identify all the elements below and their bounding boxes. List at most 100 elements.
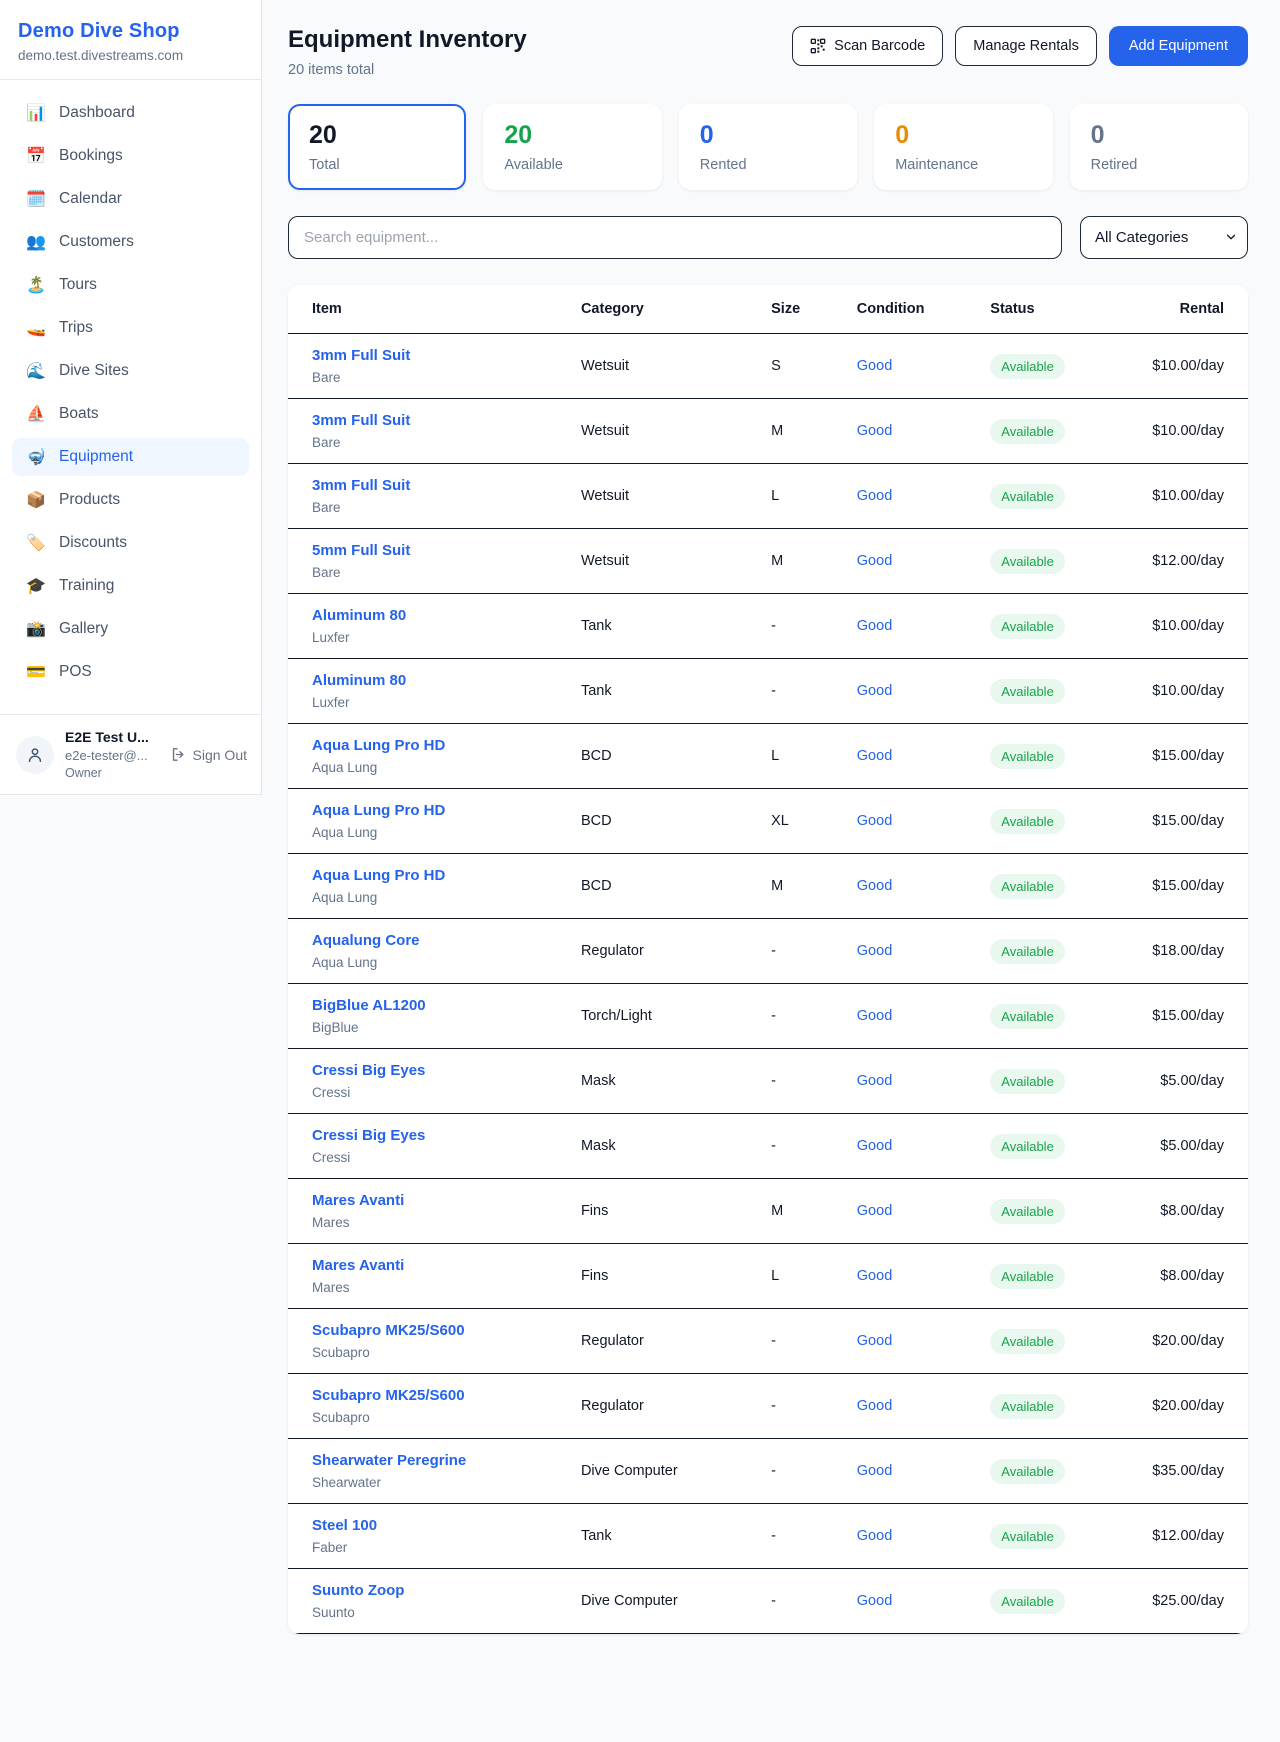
condition-link[interactable]: Good bbox=[857, 553, 892, 569]
condition-link[interactable]: Good bbox=[857, 1528, 892, 1544]
item-name-link[interactable]: Aluminum 80 bbox=[312, 672, 406, 689]
items-total-count: 20 items total bbox=[288, 62, 527, 78]
sign-out-icon bbox=[170, 746, 187, 763]
rental-price: $10.00/day bbox=[1144, 399, 1248, 464]
add-equipment-button[interactable]: Add Equipment bbox=[1109, 26, 1248, 66]
Rented[interactable]: 0 Rented bbox=[679, 104, 857, 190]
table-row: Aluminum 80 Luxfer Tank - Good Available… bbox=[288, 594, 1248, 659]
item-name-link[interactable]: BigBlue AL1200 bbox=[312, 997, 426, 1014]
sidebar-item-label: POS bbox=[59, 663, 92, 681]
condition-link[interactable]: Good bbox=[857, 1138, 892, 1154]
item-name-link[interactable]: 3mm Full Suit bbox=[312, 347, 410, 364]
Discounts[interactable]: 🏷️ Discounts bbox=[12, 524, 249, 562]
Equipment[interactable]: 🤿 Equipment bbox=[12, 438, 249, 476]
user-email: e2e-tester@... bbox=[65, 748, 159, 763]
condition-link[interactable]: Good bbox=[857, 1593, 892, 1609]
item-name-link[interactable]: Aqua Lung Pro HD bbox=[312, 802, 445, 819]
item-brand: Aqua Lung bbox=[312, 955, 565, 970]
item-name-link[interactable]: 5mm Full Suit bbox=[312, 542, 410, 559]
equipment-table: Item Category Size Condition Status Rent… bbox=[288, 285, 1248, 1634]
status-badge: Available bbox=[990, 1394, 1065, 1419]
item-category: Wetsuit bbox=[573, 399, 763, 464]
item-size: - bbox=[763, 594, 849, 659]
category-select[interactable]: All Categories bbox=[1080, 216, 1248, 259]
Total[interactable]: 20 Total bbox=[288, 104, 466, 190]
item-name-link[interactable]: Scubapro MK25/S600 bbox=[312, 1322, 465, 1339]
page-header: Equipment Inventory 20 items total Scan … bbox=[288, 26, 1248, 78]
table-row: Steel 100 Faber Tank - Good Available $1… bbox=[288, 1504, 1248, 1569]
item-category: Wetsuit bbox=[573, 334, 763, 399]
POS[interactable]: 💳 POS bbox=[12, 653, 249, 691]
stat-label: Maintenance bbox=[895, 157, 1031, 173]
sidebar-item-label: Bookings bbox=[59, 147, 123, 165]
rental-price: $25.00/day bbox=[1144, 1569, 1248, 1634]
item-name-link[interactable]: Aluminum 80 bbox=[312, 607, 406, 624]
item-name-link[interactable]: Aqua Lung Pro HD bbox=[312, 867, 445, 884]
stat-value: 0 bbox=[895, 121, 1031, 150]
Bookings[interactable]: 📅 Bookings bbox=[12, 137, 249, 175]
item-name-link[interactable]: Aqualung Core bbox=[312, 932, 420, 949]
Gallery[interactable]: 📸 Gallery bbox=[12, 610, 249, 648]
item-name-link[interactable]: Aqua Lung Pro HD bbox=[312, 737, 445, 754]
column-header-condition: Condition bbox=[849, 285, 983, 334]
Calendar[interactable]: 🗓️ Calendar bbox=[12, 180, 249, 218]
condition-link[interactable]: Good bbox=[857, 1398, 892, 1414]
item-name-link[interactable]: Mares Avanti bbox=[312, 1257, 404, 1274]
condition-link[interactable]: Good bbox=[857, 1333, 892, 1349]
condition-link[interactable]: Good bbox=[857, 1008, 892, 1024]
sign-out-button[interactable]: Sign Out bbox=[170, 746, 247, 763]
condition-link[interactable]: Good bbox=[857, 943, 892, 959]
Tours[interactable]: 🏝️ Tours bbox=[12, 266, 249, 304]
status-badge: Available bbox=[990, 1069, 1065, 1094]
search-input[interactable] bbox=[288, 216, 1062, 259]
condition-link[interactable]: Good bbox=[857, 748, 892, 764]
item-size: - bbox=[763, 659, 849, 724]
item-name-link[interactable]: 3mm Full Suit bbox=[312, 412, 410, 429]
item-name-link[interactable]: Suunto Zoop bbox=[312, 1582, 404, 1599]
item-brand: Bare bbox=[312, 500, 565, 515]
item-size: - bbox=[763, 919, 849, 984]
Available[interactable]: 20 Available bbox=[483, 104, 661, 190]
sign-out-label: Sign Out bbox=[193, 747, 247, 763]
condition-link[interactable]: Good bbox=[857, 1203, 892, 1219]
sidebar-item-label: Equipment bbox=[59, 448, 133, 466]
Dive Sites[interactable]: 🌊 Dive Sites bbox=[12, 352, 249, 390]
Products[interactable]: 📦 Products bbox=[12, 481, 249, 519]
condition-link[interactable]: Good bbox=[857, 488, 892, 504]
item-size: - bbox=[763, 1374, 849, 1439]
item-name-link[interactable]: Steel 100 bbox=[312, 1517, 377, 1534]
scan-barcode-button[interactable]: Scan Barcode bbox=[792, 26, 943, 66]
condition-link[interactable]: Good bbox=[857, 423, 892, 439]
condition-link[interactable]: Good bbox=[857, 1073, 892, 1089]
item-name-link[interactable]: Cressi Big Eyes bbox=[312, 1127, 425, 1144]
Retired[interactable]: 0 Retired bbox=[1070, 104, 1248, 190]
Maintenance[interactable]: 0 Maintenance bbox=[874, 104, 1052, 190]
boats-icon: ⛵ bbox=[26, 404, 46, 424]
table-row: Aqualung Core Aqua Lung Regulator - Good… bbox=[288, 919, 1248, 984]
Boats[interactable]: ⛵ Boats bbox=[12, 395, 249, 433]
item-name-link[interactable]: 3mm Full Suit bbox=[312, 477, 410, 494]
item-name-link[interactable]: Scubapro MK25/S600 bbox=[312, 1387, 465, 1404]
item-name-link[interactable]: Mares Avanti bbox=[312, 1192, 404, 1209]
status-badge: Available bbox=[990, 419, 1065, 444]
manage-rentals-button[interactable]: Manage Rentals bbox=[955, 26, 1097, 66]
table-row: 5mm Full Suit Bare Wetsuit M Good Availa… bbox=[288, 529, 1248, 594]
sidebar: Demo Dive Shop demo.test.divestreams.com… bbox=[0, 0, 262, 795]
user-name: E2E Test U... bbox=[65, 729, 159, 745]
condition-link[interactable]: Good bbox=[857, 878, 892, 894]
brand-domain: demo.test.divestreams.com bbox=[18, 48, 243, 63]
condition-link[interactable]: Good bbox=[857, 813, 892, 829]
Trips[interactable]: 🚤 Trips bbox=[12, 309, 249, 347]
condition-link[interactable]: Good bbox=[857, 1268, 892, 1284]
condition-link[interactable]: Good bbox=[857, 358, 892, 374]
item-name-link[interactable]: Shearwater Peregrine bbox=[312, 1452, 466, 1469]
item-name-link[interactable]: Cressi Big Eyes bbox=[312, 1062, 425, 1079]
condition-link[interactable]: Good bbox=[857, 618, 892, 634]
condition-link[interactable]: Good bbox=[857, 683, 892, 699]
item-size: L bbox=[763, 464, 849, 529]
Training[interactable]: 🎓 Training bbox=[12, 567, 249, 605]
Dashboard[interactable]: 📊 Dashboard bbox=[12, 94, 249, 132]
condition-link[interactable]: Good bbox=[857, 1463, 892, 1479]
user-meta: E2E Test U... e2e-tester@... Owner bbox=[65, 729, 159, 780]
Customers[interactable]: 👥 Customers bbox=[12, 223, 249, 261]
